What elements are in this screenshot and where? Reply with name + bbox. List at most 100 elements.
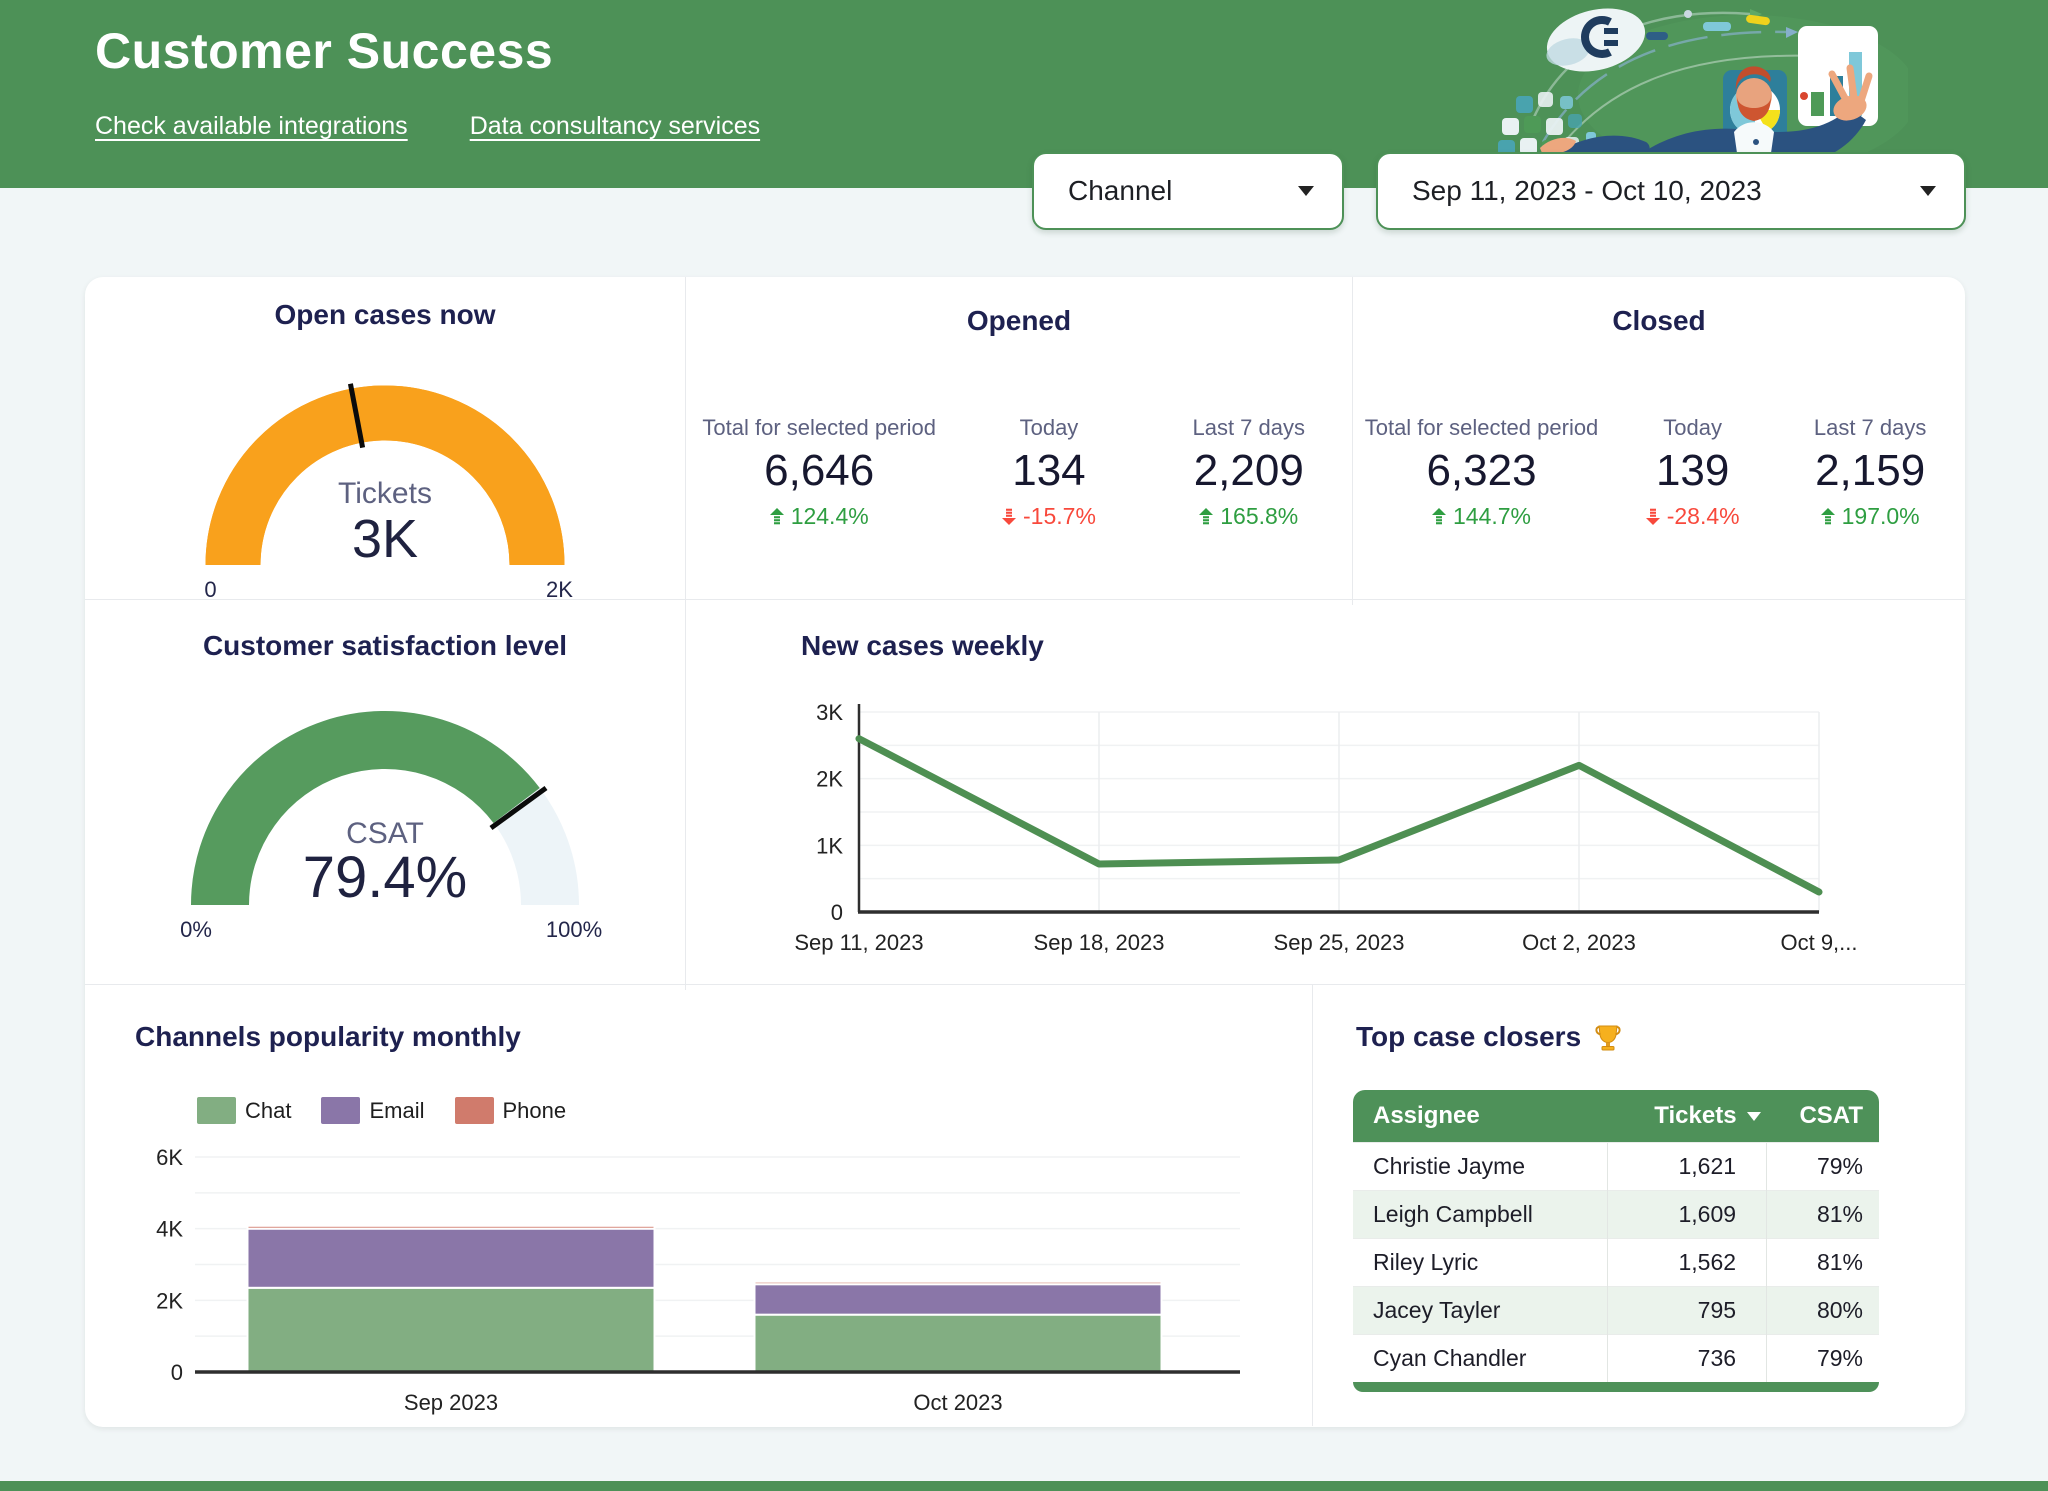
- svg-text:3K: 3K: [352, 509, 418, 569]
- stat-delta: -15.7%: [952, 503, 1145, 530]
- card-weekly: New cases weekly 01K2K3KSep 11, 2023Sep …: [685, 600, 1965, 990]
- table-row: Cyan Chandler73679%: [1353, 1335, 1879, 1383]
- legend-label: Phone: [503, 1098, 567, 1124]
- table-row: Leigh Campbell1,60981%: [1353, 1191, 1879, 1239]
- svg-text:Sep 11, 2023: Sep 11, 2023: [794, 930, 923, 955]
- dashboard: Open cases now 02KTickets3K Opened Total…: [85, 277, 1965, 1427]
- illustration: [1498, 0, 1908, 165]
- caret-down-icon: [1920, 186, 1936, 196]
- stat-last7-opened: Last 7 days 2,209 165.8%: [1146, 415, 1352, 530]
- cell-csat: 81%: [1767, 1191, 1879, 1239]
- svg-text:2K: 2K: [546, 577, 573, 600]
- stat-last7-closed: Last 7 days 2,159 197.0%: [1775, 415, 1965, 530]
- channel-select-label: Channel: [1068, 175, 1172, 207]
- card-channels: Channels popularity monthly Chat Email Pho…: [85, 985, 1312, 1426]
- row-middle: Customer satisfaction level 0%100%CSAT79…: [85, 600, 1965, 985]
- stat-today-closed: Today 139 -28.4%: [1610, 415, 1775, 530]
- svg-text:4K: 4K: [156, 1217, 183, 1242]
- svg-text:0%: 0%: [180, 917, 212, 942]
- column-header-tickets[interactable]: Tickets: [1608, 1090, 1767, 1143]
- stat-delta: 144.7%: [1353, 503, 1610, 530]
- new-cases-line-chart: 01K2K3KSep 11, 2023Sep 18, 2023Sep 25, 2…: [686, 660, 1965, 985]
- svg-text:2K: 2K: [816, 767, 843, 792]
- stat-delta: -28.4%: [1610, 503, 1775, 530]
- date-range-select[interactable]: Sep 11, 2023 - Oct 10, 2023: [1376, 152, 1966, 230]
- card-top-closers: Top case closers AssigneeTicketsCSATChri…: [1312, 985, 1965, 1426]
- page: Customer Success Check available integra…: [0, 0, 2048, 1491]
- column-header-assignee: Assignee: [1353, 1090, 1608, 1143]
- cell-assignee: Christie Jayme: [1353, 1143, 1608, 1191]
- cell-tickets: 1,621: [1608, 1143, 1767, 1191]
- cell-assignee: Riley Lyric: [1353, 1239, 1608, 1287]
- stat-total-opened: Total for selected period 6,646 124.4%: [686, 415, 952, 530]
- card-opened: Opened Total for selected period 6,646 1…: [685, 277, 1352, 605]
- card-csat: Customer satisfaction level 0%100%CSAT79…: [85, 600, 685, 990]
- cell-csat: 79%: [1767, 1143, 1879, 1191]
- legend-swatch-icon: [197, 1097, 236, 1124]
- svg-text:0: 0: [831, 900, 843, 925]
- svg-text:Sep 2023: Sep 2023: [404, 1390, 498, 1415]
- stat-delta: 165.8%: [1146, 503, 1352, 530]
- legend-item-chat[interactable]: Chat: [197, 1097, 291, 1124]
- page-title: Customer Success: [95, 22, 553, 80]
- stat-delta: 124.4%: [686, 503, 952, 530]
- stat-delta: 197.0%: [1775, 503, 1965, 530]
- table-row: Jacey Tayler79580%: [1353, 1287, 1879, 1335]
- table-row: Riley Lyric1,56281%: [1353, 1239, 1879, 1287]
- up-arrow-icon: [1821, 508, 1835, 525]
- cell-tickets: 736: [1608, 1335, 1767, 1383]
- cell-csat: 79%: [1767, 1335, 1879, 1383]
- caret-down-icon: [1298, 186, 1314, 196]
- up-arrow-icon: [1199, 508, 1213, 525]
- cell-assignee: Cyan Chandler: [1353, 1335, 1608, 1383]
- channel-select[interactable]: Channel: [1032, 152, 1344, 230]
- closers-table: AssigneeTicketsCSATChristie Jayme1,62179…: [1353, 1090, 1879, 1382]
- row-top: Open cases now 02KTickets3K Opened Total…: [85, 277, 1965, 600]
- down-arrow-icon: [1002, 508, 1016, 525]
- link-check-integrations[interactable]: Check available integrations: [95, 112, 408, 141]
- down-arrow-icon: [1646, 508, 1660, 525]
- link-data-consultancy[interactable]: Data consultancy services: [470, 112, 760, 141]
- svg-text:Sep 18, 2023: Sep 18, 2023: [1034, 930, 1165, 955]
- up-arrow-icon: [770, 508, 784, 525]
- legend-item-email[interactable]: Email: [321, 1097, 424, 1124]
- svg-text:6K: 6K: [156, 1145, 183, 1170]
- svg-text:Sep 25, 2023: Sep 25, 2023: [1274, 930, 1405, 955]
- legend-label: Email: [369, 1098, 424, 1124]
- svg-text:Oct 9,...: Oct 9,...: [1780, 930, 1857, 955]
- card-closed: Closed Total for selected period 6,323 1…: [1352, 277, 1965, 605]
- cell-tickets: 1,609: [1608, 1191, 1767, 1239]
- svg-text:Oct 2023: Oct 2023: [913, 1390, 1002, 1415]
- legend-swatch-icon: [321, 1097, 360, 1124]
- up-arrow-icon: [1432, 508, 1446, 525]
- trophy-icon: [1593, 1022, 1623, 1052]
- svg-text:Tickets: Tickets: [338, 477, 432, 510]
- card-title-channels: Channels popularity monthly: [135, 1021, 521, 1053]
- cell-assignee: Jacey Tayler: [1353, 1287, 1608, 1335]
- svg-text:2K: 2K: [156, 1288, 183, 1313]
- svg-text:0: 0: [204, 577, 216, 600]
- svg-text:79.4%: 79.4%: [303, 845, 467, 910]
- header-links: Check available integrations Data consul…: [95, 112, 760, 141]
- cell-assignee: Leigh Campbell: [1353, 1191, 1608, 1239]
- cell-tickets: 795: [1608, 1287, 1767, 1335]
- channels-legend: Chat Email Phone: [197, 1097, 566, 1124]
- date-range-label: Sep 11, 2023 - Oct 10, 2023: [1412, 175, 1762, 207]
- cell-tickets: 1,562: [1608, 1239, 1767, 1287]
- legend-item-phone[interactable]: Phone: [455, 1097, 567, 1124]
- svg-text:Oct 2, 2023: Oct 2, 2023: [1522, 930, 1636, 955]
- svg-text:0: 0: [171, 1360, 183, 1385]
- stat-today-opened: Today 134 -15.7%: [952, 415, 1145, 530]
- sort-caret-down-icon: [1747, 1112, 1761, 1121]
- channels-bar-chart: 0 2K 4K 6K Sep 2023 Oct 2023: [85, 1135, 1312, 1427]
- stat-total-closed: Total for selected period 6,323 144.7%: [1353, 415, 1610, 530]
- table-row: Christie Jayme1,62179%: [1353, 1143, 1879, 1191]
- card-title-weekly: New cases weekly: [801, 630, 1044, 662]
- legend-label: Chat: [245, 1098, 291, 1124]
- column-header-csat: CSAT: [1767, 1090, 1879, 1143]
- row-bottom: Channels popularity monthly Chat Email Pho…: [85, 985, 1965, 1426]
- table-bottom-bar: [1353, 1382, 1879, 1392]
- closed-stats: Total for selected period 6,323 144.7% T…: [1353, 415, 1965, 530]
- card-title-csat: Customer satisfaction level: [85, 630, 685, 662]
- legend-swatch-icon: [455, 1097, 494, 1124]
